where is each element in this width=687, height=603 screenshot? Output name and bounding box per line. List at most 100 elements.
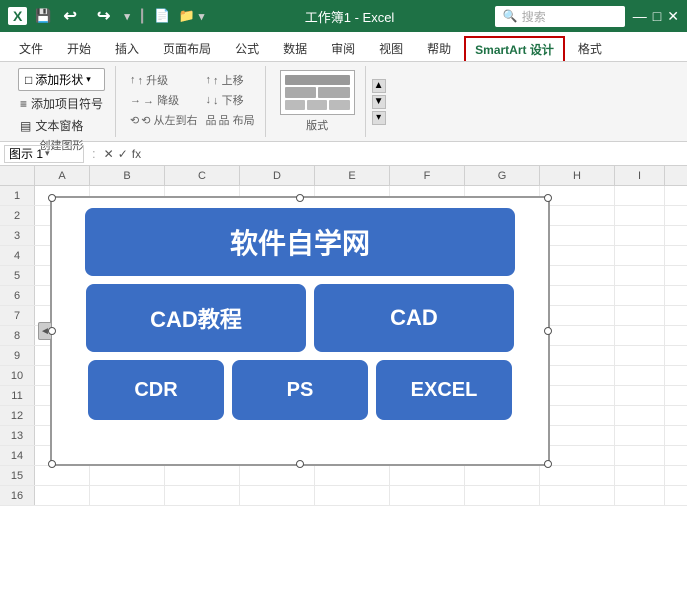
col-header-B[interactable]: B (90, 166, 165, 185)
minimize-btn[interactable]: — (633, 8, 647, 25)
folder-icon[interactable]: 📁 (179, 8, 195, 24)
cell-D16[interactable] (240, 486, 315, 505)
handle-ml[interactable] (48, 327, 56, 335)
col-header-F[interactable]: F (390, 166, 465, 185)
move-down-btn[interactable]: ↓ ↓ 下移 (206, 92, 255, 108)
customize-btn[interactable]: ▾ (124, 10, 130, 23)
cell-A16[interactable] (35, 486, 90, 505)
layout-preview[interactable] (280, 70, 355, 115)
handle-bm[interactable] (296, 460, 304, 468)
smartart-top-box[interactable]: 软件自学网 (85, 208, 515, 276)
handle-tr[interactable] (544, 194, 552, 202)
cell-F16[interactable] (390, 486, 465, 505)
tab-format[interactable]: 格式 (567, 35, 613, 61)
col-header-A[interactable]: A (35, 166, 90, 185)
tab-home[interactable]: 开始 (56, 35, 102, 61)
cell-C16[interactable] (165, 486, 240, 505)
col-header-D[interactable]: D (240, 166, 315, 185)
cell-I15[interactable] (615, 466, 665, 485)
cell-A15[interactable] (35, 466, 90, 485)
layout-btn[interactable]: 品 品 布局 (206, 112, 255, 128)
col-header-I[interactable]: I (615, 166, 665, 185)
cell-G15[interactable] (465, 466, 540, 485)
cell-F15[interactable] (390, 466, 465, 485)
cell-I4[interactable] (615, 246, 665, 265)
cell-I9[interactable] (615, 346, 665, 365)
smartart-bot-right-box[interactable]: EXCEL (376, 360, 512, 420)
cell-I5[interactable] (615, 266, 665, 285)
handle-br[interactable] (544, 460, 552, 468)
cell-H7[interactable] (540, 306, 615, 325)
cell-I7[interactable] (615, 306, 665, 325)
scroll-down-btn[interactable]: ▼ (372, 95, 386, 109)
cell-I6[interactable] (615, 286, 665, 305)
handle-mr[interactable] (544, 327, 552, 335)
tab-formulas[interactable]: 公式 (224, 35, 270, 61)
cell-H16[interactable] (540, 486, 615, 505)
smartart-bot-left-box[interactable]: CDR (88, 360, 224, 420)
formula-func-icon[interactable]: fx (132, 147, 141, 161)
undo-btn[interactable]: ↩ (64, 6, 77, 26)
search-bar[interactable]: 🔍 搜索 (495, 6, 625, 27)
scroll-up-btn[interactable]: ▲ (372, 79, 386, 93)
smartart-mid-right-box[interactable]: CAD (314, 284, 514, 352)
handle-bl[interactable] (48, 460, 56, 468)
tab-pagelayout[interactable]: 页面布局 (152, 35, 222, 61)
cell-H13[interactable] (540, 426, 615, 445)
cell-E15[interactable] (315, 466, 390, 485)
name-box-dropdown-icon[interactable]: ▾ (45, 148, 50, 159)
cell-H12[interactable] (540, 406, 615, 425)
tab-smartart-design[interactable]: SmartArt 设计 (464, 36, 565, 61)
maximize-btn[interactable]: □ (653, 8, 661, 25)
formula-cancel-icon[interactable]: ✕ (104, 147, 114, 161)
tab-file[interactable]: 文件 (8, 35, 54, 61)
tab-data[interactable]: 数据 (272, 35, 318, 61)
smartart-container[interactable]: ◄ 软件自学网 CAD教程 CAD (50, 196, 550, 466)
cell-I11[interactable] (615, 386, 665, 405)
col-header-H[interactable]: H (540, 166, 615, 185)
demote-btn[interactable]: → → 降级 (130, 92, 198, 108)
tab-help[interactable]: 帮助 (416, 35, 462, 61)
handle-tl[interactable] (48, 194, 56, 202)
save-icon[interactable]: 💾 (35, 8, 51, 24)
cell-I3[interactable] (615, 226, 665, 245)
tab-review[interactable]: 审阅 (320, 35, 366, 61)
cell-G16[interactable] (465, 486, 540, 505)
cell-I13[interactable] (615, 426, 665, 445)
text-pane-btn[interactable]: ▤ 文本窗格 (18, 116, 105, 135)
cell-H10[interactable] (540, 366, 615, 385)
cell-H9[interactable] (540, 346, 615, 365)
col-header-E[interactable]: E (315, 166, 390, 185)
move-up-btn[interactable]: ↑ ↑ 上移 (206, 72, 255, 88)
cell-I1[interactable] (615, 186, 665, 205)
col-header-C[interactable]: C (165, 166, 240, 185)
tab-view[interactable]: 视图 (368, 35, 414, 61)
cell-I2[interactable] (615, 206, 665, 225)
left-to-right-btn[interactable]: ⟲ ⟲ 从左到右 (130, 112, 198, 128)
cell-H11[interactable] (540, 386, 615, 405)
cell-B16[interactable] (90, 486, 165, 505)
cell-B15[interactable] (90, 466, 165, 485)
scroll-more-btn[interactable]: ▾ (372, 111, 386, 125)
col-header-G[interactable]: G (465, 166, 540, 185)
name-box[interactable]: 图示 1 ▾ (4, 145, 84, 163)
cell-D15[interactable] (240, 466, 315, 485)
add-bullet-btn[interactable]: ≡ 添加项目符号 (18, 94, 105, 113)
cell-H15[interactable] (540, 466, 615, 485)
cell-I14[interactable] (615, 446, 665, 465)
smartart-bot-mid-box[interactable]: PS (232, 360, 368, 420)
cell-H2[interactable] (540, 206, 615, 225)
cell-I10[interactable] (615, 366, 665, 385)
close-btn[interactable]: ✕ (667, 8, 679, 25)
cell-I16[interactable] (615, 486, 665, 505)
cell-E16[interactable] (315, 486, 390, 505)
promote-btn[interactable]: ↑ ↑ 升级 (130, 72, 198, 88)
formula-confirm-icon[interactable]: ✓ (118, 147, 128, 161)
cell-H6[interactable] (540, 286, 615, 305)
smartart-mid-left-box[interactable]: CAD教程 (86, 284, 306, 352)
cell-H5[interactable] (540, 266, 615, 285)
tab-insert[interactable]: 插入 (104, 35, 150, 61)
handle-tm[interactable] (296, 194, 304, 202)
add-shape-button[interactable]: □ 添加形状 ▾ (18, 68, 105, 91)
redo-btn[interactable]: ↪ (97, 6, 110, 26)
